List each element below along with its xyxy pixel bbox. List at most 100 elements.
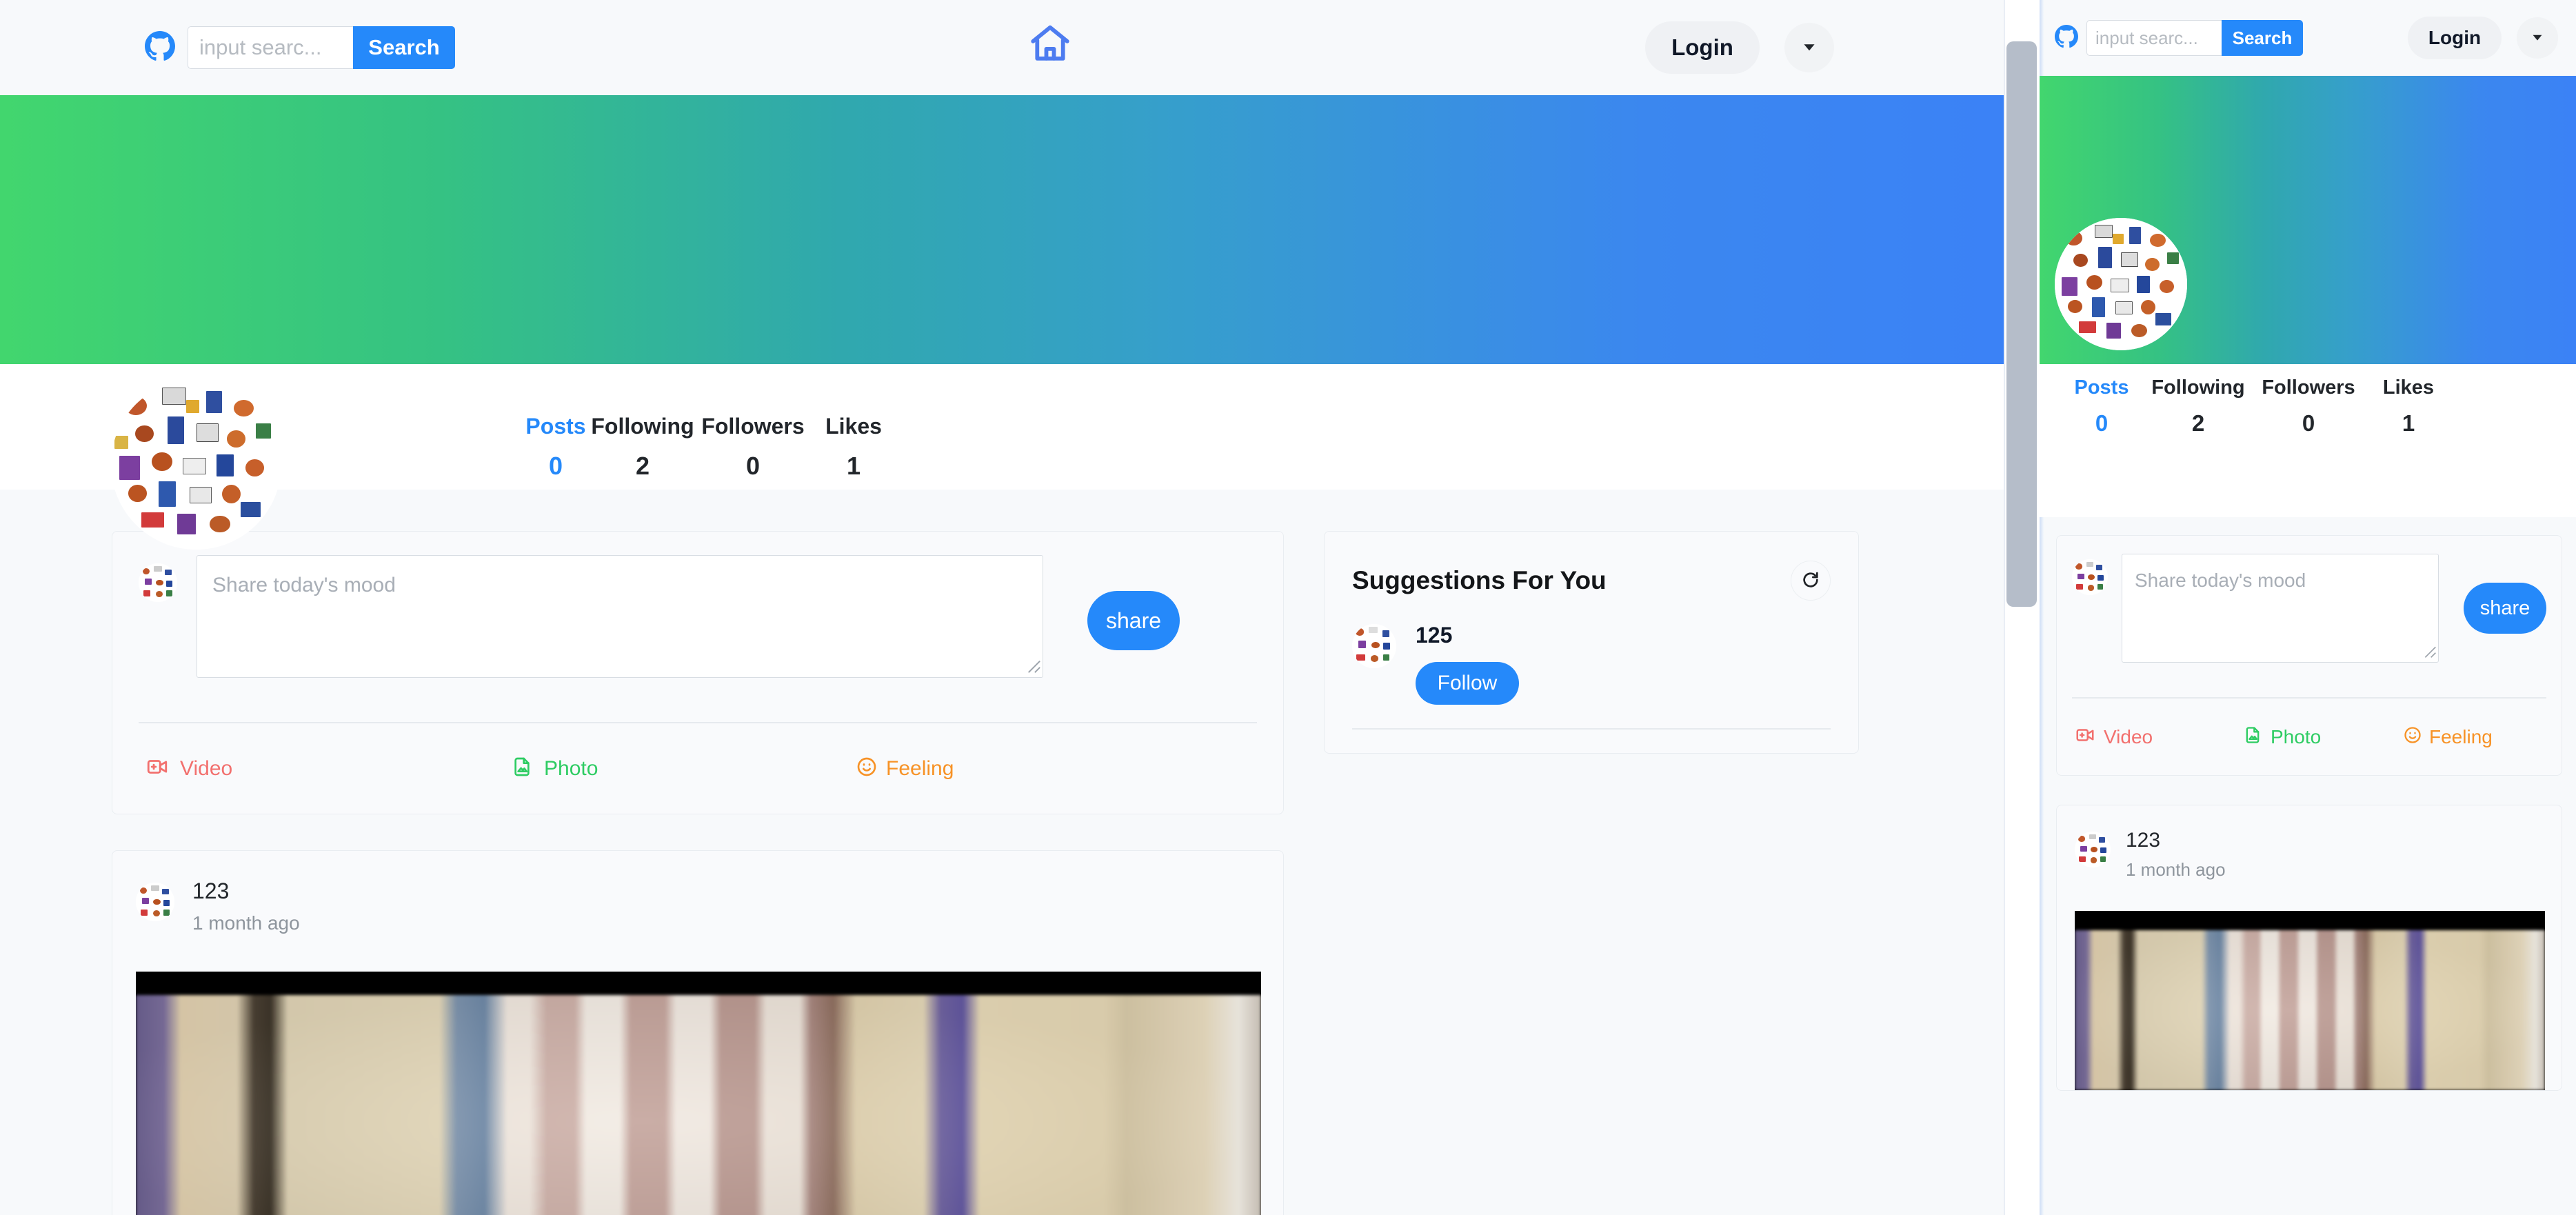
stat-likes-label: Likes [808, 414, 899, 439]
refresh-suggestions-button[interactable] [1791, 561, 1831, 601]
profile-avatar[interactable] [111, 379, 281, 550]
composer-avatar [139, 563, 177, 602]
sidebar-column: Suggestions For You [1324, 531, 1859, 1215]
composer-card: Share today's mood share [112, 531, 1284, 814]
navbar-left-group-narrow: Search [2040, 20, 2303, 56]
scrollbar-thumb[interactable] [2006, 41, 2037, 607]
post-author-name[interactable]: 123 [2126, 829, 2226, 852]
avatar-collage-post [2075, 832, 2111, 867]
video-letterbox [136, 972, 1261, 995]
avatar-collage-small [139, 563, 177, 602]
refresh-icon [1800, 569, 1822, 593]
stat-followers-value: 0 [2253, 410, 2364, 436]
composer-avatar [2072, 559, 2108, 595]
stat-followers-label: Followers [2253, 376, 2364, 399]
navbar-right-group-narrow: Login [2408, 17, 2576, 59]
stat-followers[interactable]: Followers 0 [698, 414, 808, 481]
stat-following-value: 2 [2143, 410, 2253, 436]
github-icon[interactable] [2055, 25, 2078, 52]
stat-posts-value: 0 [2060, 410, 2143, 436]
video-camera-icon [2075, 725, 2095, 749]
stat-following-label: Following [587, 414, 698, 439]
video-camera-icon [145, 755, 169, 782]
share-button[interactable]: share [1087, 591, 1180, 650]
profile-header-card-narrow: Posts 0 Following 2 Followers 0 Likes 1 [2040, 76, 2576, 517]
share-button[interactable]: share [2464, 583, 2546, 634]
github-icon[interactable] [145, 31, 175, 65]
post-timestamp: 1 month ago [2126, 859, 2226, 881]
stat-followers[interactable]: Followers 0 [2253, 376, 2364, 436]
post-meta: 123 1 month ago [192, 878, 300, 934]
profile-header-card: Posts 0 Following 2 Followers 0 Likes 1 [0, 95, 2004, 490]
navbar-left-group: Search [0, 26, 455, 69]
stat-likes-value: 1 [808, 452, 899, 481]
post-card: 123 1 month ago [112, 850, 1284, 1215]
login-button[interactable]: Login [2408, 17, 2502, 59]
search-input[interactable] [188, 26, 353, 69]
profile-banner [0, 95, 2004, 364]
suggestion-username[interactable]: 125 [1416, 623, 1519, 648]
stat-posts[interactable]: Posts 0 [524, 414, 587, 481]
suggestions-card: Suggestions For You [1324, 531, 1859, 754]
top-navigation-bar-narrow: Search Login [2040, 0, 2576, 76]
stat-following[interactable]: Following 2 [587, 414, 698, 481]
add-photo-action[interactable]: Photo [2243, 725, 2403, 749]
composer-actions-row: Video Photo [139, 723, 1257, 814]
photo-action-label: Photo [2271, 726, 2321, 748]
stat-likes[interactable]: Likes 1 [808, 414, 899, 481]
suggestion-avatar[interactable] [1352, 624, 1396, 668]
add-photo-action[interactable]: Photo [511, 755, 856, 782]
navbar-right-group: Login [1645, 21, 2004, 74]
profile-avatar[interactable] [2055, 218, 2187, 350]
textarea-resize-handle[interactable] [1026, 659, 1041, 676]
composer-textarea[interactable]: Share today's mood [2122, 554, 2439, 663]
post-author-avatar[interactable] [2075, 832, 2111, 867]
chevron-down-icon [2530, 30, 2545, 47]
composer-textarea[interactable]: Share today's mood [197, 555, 1043, 678]
add-video-action[interactable]: Video [2075, 725, 2243, 749]
page-scrollbar[interactable] [2004, 0, 2040, 1215]
account-menu-button[interactable] [1784, 23, 1834, 72]
search-button[interactable]: Search [353, 26, 455, 69]
stat-posts[interactable]: Posts 0 [2060, 376, 2143, 436]
feed-column: Share today's mood share [112, 531, 1284, 1215]
search-input[interactable] [2086, 20, 2222, 56]
post-video-media[interactable] [136, 972, 1261, 1215]
smiley-face-icon [2403, 725, 2422, 748]
add-feeling-action[interactable]: Feeling [856, 755, 954, 782]
video-action-label: Video [180, 757, 232, 781]
suggestion-user-info: 125 Follow [1416, 621, 1519, 705]
video-letterbox [2075, 911, 2545, 930]
post-timestamp: 1 month ago [192, 912, 300, 934]
stat-likes[interactable]: Likes 1 [2364, 376, 2453, 436]
photo-file-icon [511, 756, 533, 781]
login-button[interactable]: Login [1645, 21, 1760, 74]
textarea-resize-handle[interactable] [2423, 645, 2437, 661]
search-button[interactable]: Search [2222, 20, 2303, 56]
video-thumbnail [136, 995, 1261, 1215]
add-feeling-action[interactable]: Feeling [2403, 725, 2493, 749]
post-video-media[interactable] [2075, 911, 2545, 1090]
suggestions-header: Suggestions For You [1352, 561, 1831, 601]
stat-posts-value: 0 [524, 452, 587, 481]
post-header: 123 1 month ago [112, 878, 1283, 934]
post-author-name[interactable]: 123 [192, 878, 300, 904]
photo-action-label: Photo [544, 757, 598, 781]
video-thumbnail [2075, 930, 2545, 1090]
post-author-avatar[interactable] [136, 883, 174, 921]
avatar-collage [2055, 218, 2187, 350]
stat-likes-label: Likes [2364, 376, 2453, 399]
search-group: Search [2086, 20, 2303, 56]
follow-button[interactable]: Follow [1416, 662, 1519, 705]
stat-following-value: 2 [587, 452, 698, 481]
chevron-down-icon [1800, 38, 1818, 58]
add-video-action[interactable]: Video [145, 755, 511, 782]
avatar-collage-small [2072, 559, 2108, 595]
stat-following[interactable]: Following 2 [2143, 376, 2253, 436]
home-icon[interactable] [1027, 21, 1073, 70]
profile-stats-row: Posts 0 Following 2 Followers 0 Likes 1 [524, 364, 2004, 481]
app-screen: Search Login [0, 0, 2576, 1215]
account-menu-button[interactable] [2517, 17, 2558, 59]
avatar-collage-suggestion [1352, 624, 1396, 668]
avatar-collage [111, 379, 281, 550]
